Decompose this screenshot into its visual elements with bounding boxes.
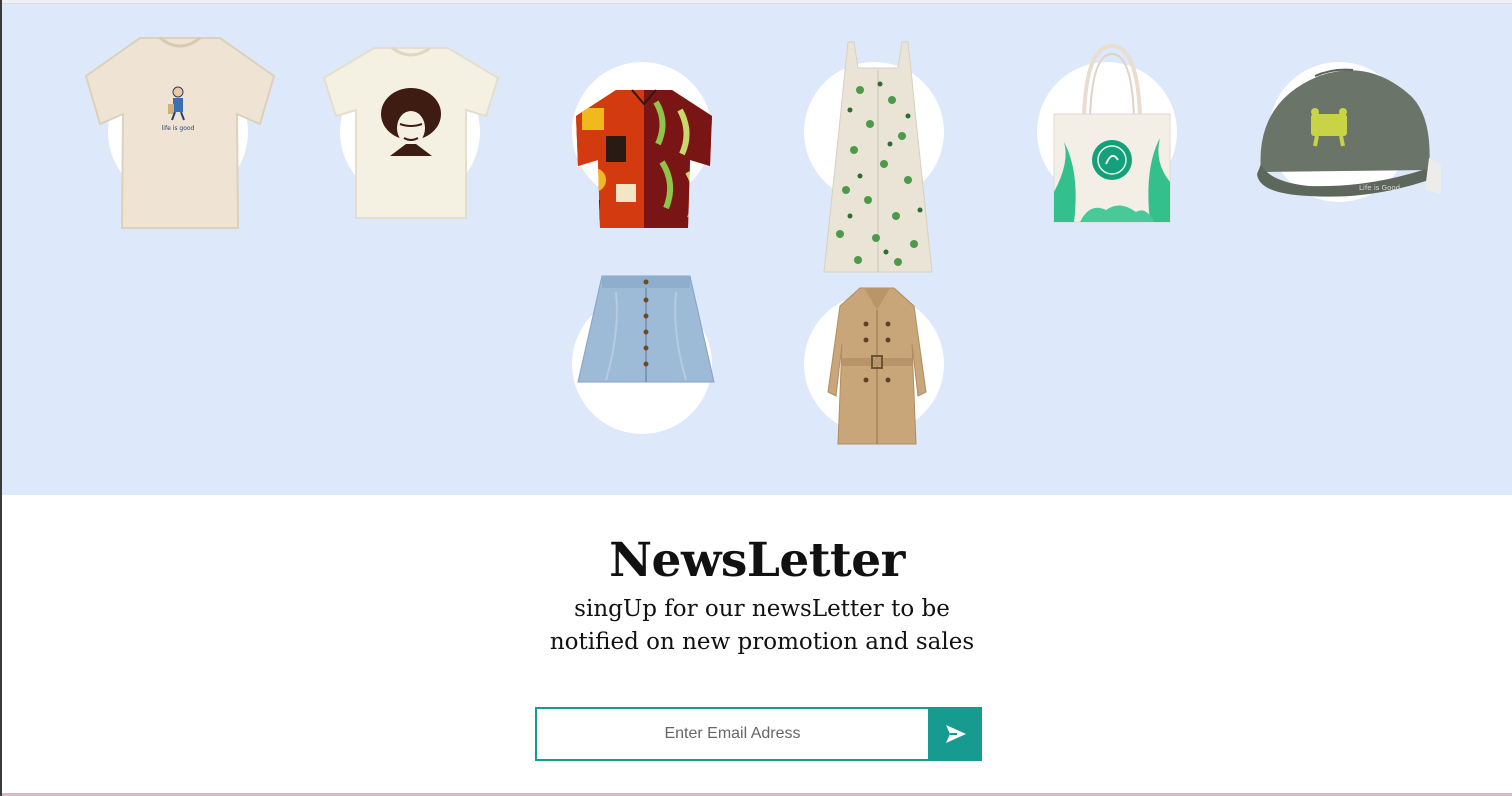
- product-skirt-denim[interactable]: [576, 272, 716, 390]
- newsletter-section: NewsLetter singUp for our newsLetter to …: [2, 495, 1512, 793]
- newsletter-form: [535, 707, 982, 761]
- product-tshirt-portrait[interactable]: [320, 44, 502, 222]
- coat-image: [827, 287, 927, 445]
- cap-print-text: Life is Good: [1359, 184, 1400, 192]
- product-gallery: life is good Life is Good: [2, 4, 1512, 495]
- newsletter-title: NewsLetter: [609, 533, 905, 588]
- product-trench-coat[interactable]: [822, 284, 932, 450]
- subscribe-button[interactable]: [930, 707, 982, 761]
- product-tshirt-cream[interactable]: life is good: [82, 32, 278, 232]
- product-tote-bag[interactable]: [1050, 42, 1174, 224]
- send-arrow-icon: [946, 725, 966, 743]
- dress-image: [823, 41, 933, 273]
- tshirt-image: life is good: [84, 36, 276, 229]
- tote-bag-image: [1053, 43, 1171, 223]
- skirt-image: [577, 275, 715, 383]
- shirt-image: [576, 89, 712, 228]
- newsletter-subtitle: singUp for our newsLetter to be notified…: [549, 596, 975, 655]
- email-input[interactable]: [535, 707, 930, 761]
- product-shirt-patterned[interactable]: [572, 88, 716, 230]
- product-cap[interactable]: Life is Good: [1249, 62, 1441, 202]
- cap-image: Life is Good: [1257, 68, 1441, 197]
- product-dress-floral[interactable]: [820, 40, 936, 278]
- tee-print-text: life is good: [162, 125, 195, 132]
- tshirt-image: [322, 46, 500, 219]
